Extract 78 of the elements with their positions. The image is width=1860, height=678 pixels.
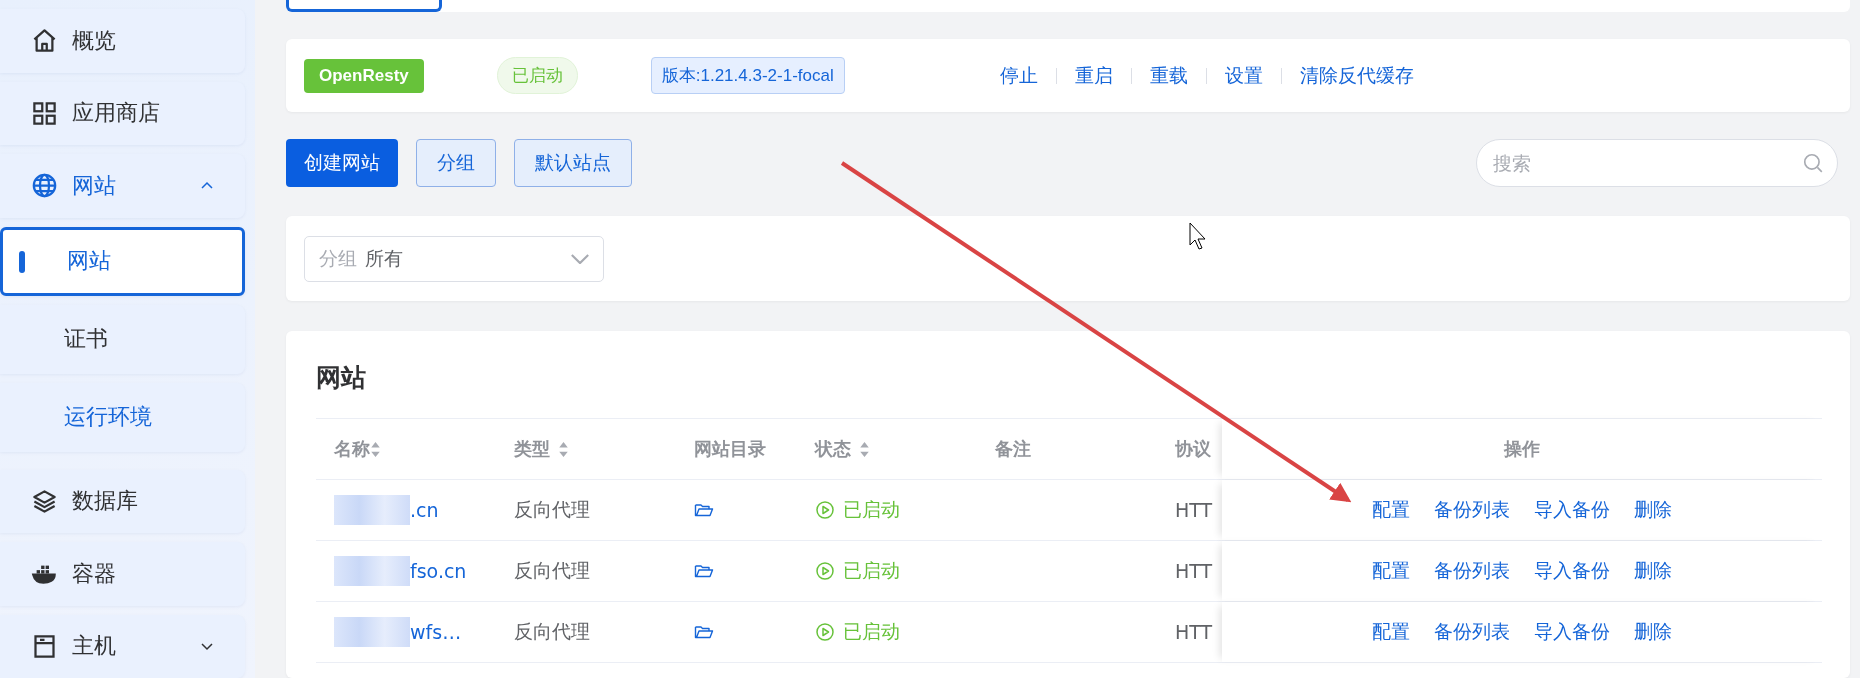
row-action-link[interactable]: 配置 [1372, 619, 1410, 645]
action-link[interactable]: 重启 [1074, 62, 1113, 89]
search-icon [1802, 152, 1824, 174]
row-action-link[interactable]: 删除 [1634, 619, 1672, 645]
nav-subitem[interactable]: 网站 [0, 226, 245, 296]
status-tag: 已启动 [496, 57, 578, 94]
action-link[interactable]: 清除反代缓存 [1299, 62, 1414, 89]
nav-subitem[interactable]: 证书 [0, 304, 245, 374]
nav-label: 容器 [72, 559, 116, 588]
row-action-link[interactable]: 备份列表 [1434, 497, 1510, 523]
site-link[interactable]: .cn [410, 499, 439, 521]
row-action-link[interactable]: 导入备份 [1534, 619, 1610, 645]
table-cell-text: 反向代理 [514, 558, 590, 583]
app-tag: OpenResty [304, 58, 424, 93]
column-header: 名称 [334, 437, 370, 461]
group-select[interactable]: 分组 所有 [304, 235, 604, 282]
row-action-link[interactable]: 导入备份 [1534, 497, 1610, 523]
action-link[interactable]: 设置 [1224, 62, 1263, 89]
nav-label: 主机 [72, 632, 116, 661]
status-text: 已启动 [843, 619, 900, 644]
mouse-cursor-icon [1189, 222, 1206, 250]
row-action-link[interactable]: 配置 [1372, 497, 1410, 523]
nav-item[interactable]: 主机 [0, 614, 245, 678]
row-action-link[interactable]: 备份列表 [1434, 619, 1510, 645]
play-icon [815, 561, 835, 581]
row-action-link[interactable]: 配置 [1372, 558, 1410, 584]
nav-item[interactable]: 网站 [0, 154, 245, 218]
version-tag: 版本:1.21.4.3-2-1-focal [650, 57, 845, 94]
nav-item[interactable]: 概览 [0, 9, 245, 73]
folder-icon[interactable] [694, 624, 714, 640]
row-action-link[interactable]: 导入备份 [1534, 558, 1610, 584]
table-cell-text: 反向代理 [514, 619, 590, 644]
active-indicator [19, 250, 25, 273]
toolbar-button[interactable]: 默认站点 [514, 139, 632, 187]
column-header: 网站目录 [694, 437, 766, 461]
folder-icon[interactable] [694, 502, 714, 518]
table-title: 网站 [316, 362, 367, 394]
status-text: 已启动 [843, 558, 900, 583]
nav-label: 应用商店 [72, 99, 160, 128]
search-field[interactable]: 搜索 [1476, 139, 1838, 187]
nav-label: 网站 [72, 171, 116, 200]
layers-icon [31, 487, 58, 515]
toolbar-button[interactable]: 创建网站 [286, 139, 398, 187]
folder-icon[interactable] [694, 563, 714, 579]
column-header: 操作 [1504, 437, 1540, 461]
action-link[interactable]: 停止 [999, 62, 1038, 89]
play-icon [815, 622, 835, 642]
row-action-link[interactable]: 删除 [1634, 497, 1672, 523]
nav-label: 证书 [64, 325, 108, 353]
row-action-link[interactable]: 备份列表 [1434, 558, 1510, 584]
table-cell-text: 反向代理 [514, 497, 590, 522]
nav-label: 运行环境 [64, 403, 152, 431]
column-header: 备注 [995, 437, 1031, 461]
site-link[interactable]: fso.cn [410, 560, 467, 582]
action-link[interactable]: 重载 [1149, 62, 1188, 89]
globe-icon [31, 172, 58, 200]
nav-label: 数据库 [72, 487, 138, 516]
status-text: 已启动 [843, 497, 900, 522]
table-cell: HTT [1175, 560, 1213, 582]
chevron-icon [571, 253, 589, 264]
grid-icon [31, 99, 58, 127]
nav-item[interactable]: 数据库 [0, 469, 245, 533]
nav-label: 网站 [67, 247, 111, 275]
play-icon [815, 500, 835, 520]
toolbar-button[interactable]: 分组 [416, 139, 496, 187]
nav-item[interactable]: 应用商店 [0, 81, 245, 145]
house-icon [31, 27, 58, 55]
row-action-link[interactable]: 删除 [1634, 558, 1672, 584]
column-header: 类型 [514, 437, 550, 461]
column-header: 协议 [1175, 437, 1211, 461]
column-header: 状态 [815, 437, 851, 461]
nav-label: 概览 [72, 26, 116, 55]
table-cell: HTT [1175, 499, 1213, 521]
nav-subitem[interactable]: 运行环境 [0, 382, 245, 452]
table-cell: HTT [1175, 621, 1213, 643]
server-icon [31, 632, 58, 660]
site-link[interactable]: wfs… [410, 621, 462, 643]
nav-item[interactable]: 容器 [0, 542, 245, 606]
